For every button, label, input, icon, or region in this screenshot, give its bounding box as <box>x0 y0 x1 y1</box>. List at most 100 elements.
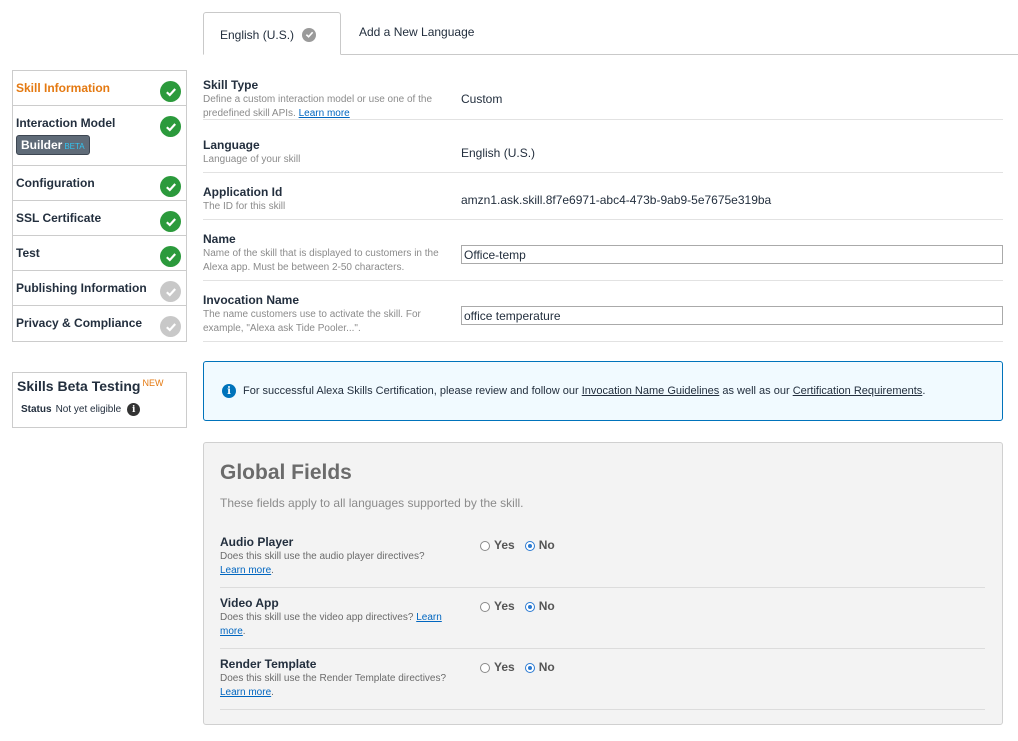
video-app-row: Video App Does this skill use the video … <box>220 588 985 649</box>
language-description: Language of your skill <box>203 154 301 165</box>
certification-notice: i For successful Alexa Skills Certificat… <box>203 361 1003 421</box>
sidebar-item-label: Publishing Information <box>16 281 147 295</box>
radio-button[interactable] <box>524 602 535 612</box>
audio-player-row: Audio Player Does this skill use the aud… <box>220 527 985 588</box>
invocation-name-input[interactable] <box>461 306 1003 325</box>
name-description: Name of the skill that is displayed to c… <box>203 248 439 273</box>
sidebar-item-test[interactable]: Test <box>13 236 186 271</box>
notice-text-part: For successful Alexa Skills Certificatio… <box>243 385 579 397</box>
sidebar-item-label: Configuration <box>16 176 95 190</box>
video-app-yes[interactable]: Yes <box>480 599 515 613</box>
application-id-value: amzn1.ask.skill.8f7e6971-abc4-473b-9ab9-… <box>461 193 772 207</box>
beta-status: Status Not yet eligible i <box>17 403 182 416</box>
tab-label: Add a New Language <box>359 24 475 39</box>
check-circle-icon <box>160 116 181 137</box>
learn-more-link[interactable]: Learn more <box>220 565 271 576</box>
render-template-desc-text: Does this skill use the Render Template … <box>220 673 447 684</box>
language-row: Language Language of your skill English … <box>203 120 1003 173</box>
name-input[interactable] <box>461 245 1003 264</box>
invocation-name-description: The name customers use to activate the s… <box>203 309 421 334</box>
sidebar-item-skill-information[interactable]: Skill Information <box>13 71 186 106</box>
application-id-description: The ID for this skill <box>203 201 286 212</box>
sidebar-item-label: Test <box>16 246 40 260</box>
invocation-name-guidelines-link[interactable]: Invocation Name Guidelines <box>582 385 720 397</box>
notice-text-part: as well as our <box>722 385 790 397</box>
notice-text: For successful Alexa Skills Certificatio… <box>243 385 925 397</box>
sidebar-item-publishing-information[interactable]: Publishing Information <box>13 271 186 306</box>
info-icon[interactable]: i <box>127 403 141 416</box>
video-app-no[interactable]: No <box>524 599 555 613</box>
check-circle-icon <box>160 281 181 302</box>
sidebar-item-privacy-compliance[interactable]: Privacy & Compliance <box>13 306 186 341</box>
skill-type-value: Custom <box>461 92 503 106</box>
audio-player-radio-group: Yes No <box>480 538 565 552</box>
radio-label: No <box>538 660 555 674</box>
status-value: Not yet eligible <box>55 404 122 415</box>
invocation-name-row: Invocation Name The name customers use t… <box>203 281 1003 342</box>
render-template-row: Render Template Does this skill use the … <box>220 649 985 710</box>
skills-beta-testing-panel: Skills Beta Testing NEW Status Not yet el… <box>12 372 187 428</box>
audio-player-yes[interactable]: Yes <box>480 538 515 552</box>
radio-button[interactable] <box>480 663 490 673</box>
check-circle-icon <box>160 81 181 102</box>
radio-label: No <box>538 599 555 613</box>
skill-type-row: Skill Type Define a custom interaction m… <box>203 70 1003 120</box>
beta-tag: BETA <box>64 142 85 151</box>
audio-player-no[interactable]: No <box>524 538 555 552</box>
render-template-description: Does this skill use the Render Template … <box>220 673 447 698</box>
learn-more-link[interactable]: Learn more <box>220 687 271 698</box>
radio-button[interactable] <box>480 602 490 612</box>
beta-testing-title-text: Skills Beta Testing <box>17 378 141 394</box>
render-template-label: Render Template <box>220 657 317 671</box>
radio-button[interactable] <box>480 541 490 551</box>
notice-text-part: . <box>922 385 926 397</box>
radio-label: Yes <box>494 538 515 552</box>
audio-player-label: Audio Player <box>220 535 294 549</box>
audio-player-description: Does this skill use the audio player dir… <box>220 551 425 576</box>
radio-button[interactable] <box>524 541 535 551</box>
skill-type-description: Define a custom interaction model or use… <box>203 93 455 121</box>
check-circle-icon <box>160 176 181 197</box>
sidebar-item-configuration[interactable]: Configuration <box>13 166 186 201</box>
language-label: Language <box>203 138 260 152</box>
builder-label: Builder <box>21 138 63 152</box>
sidebar-item-label: Skill Information <box>16 81 111 95</box>
skill-information-form: Skill Type Define a custom interaction m… <box>203 70 1003 342</box>
check-circle-icon <box>160 246 181 267</box>
application-id-label: Application Id <box>203 185 283 199</box>
radio-button[interactable] <box>524 663 535 673</box>
check-circle-icon <box>160 211 181 232</box>
sidebar-item-label: Interaction Model <box>16 116 116 130</box>
check-circle-icon <box>160 316 181 337</box>
sidebar-item-interaction-model[interactable]: Interaction Model Builder BETA <box>13 106 186 166</box>
render-template-no[interactable]: No <box>524 660 555 674</box>
skill-type-label: Skill Type <box>203 78 259 92</box>
application-id-row: Application Id The ID for this skill amz… <box>203 173 1003 220</box>
video-app-desc-text: Does this skill use the video app direct… <box>220 612 414 623</box>
name-row: Name Name of the skill that is displayed… <box>203 220 1003 281</box>
video-app-label: Video App <box>220 596 279 610</box>
radio-label: No <box>538 538 555 552</box>
invocation-name-label: Invocation Name <box>203 293 300 307</box>
render-template-radio-group: Yes No <box>480 660 565 674</box>
builder-button[interactable]: Builder BETA <box>16 135 90 155</box>
new-badge: NEW <box>142 378 164 388</box>
global-fields-title: Global Fields <box>220 461 352 484</box>
tab-english-us[interactable]: English (U.S.) <box>203 12 341 55</box>
render-template-yes[interactable]: Yes <box>480 660 515 674</box>
radio-label: Yes <box>494 660 515 674</box>
sidebar-item-label: SSL Certificate <box>16 211 102 225</box>
radio-label: Yes <box>494 599 515 613</box>
audio-player-desc-text: Does this skill use the audio player dir… <box>220 551 425 562</box>
global-fields-subtitle: These fields apply to all languages supp… <box>220 496 524 510</box>
certification-requirements-link[interactable]: Certification Requirements <box>793 385 923 397</box>
global-fields-panel: Global Fields These fields apply to all … <box>203 442 1003 725</box>
sidebar-item-ssl-certificate[interactable]: SSL Certificate <box>13 201 186 236</box>
learn-more-link[interactable]: Learn more <box>299 108 350 119</box>
language-tabs: English (U.S.) Add a New Language <box>203 12 1018 55</box>
video-app-description: Does this skill use the video app direct… <box>220 612 442 637</box>
sidebar: Skill Information Interaction Model Buil… <box>12 70 187 342</box>
tab-add-language[interactable]: Add a New Language <box>359 10 474 53</box>
check-icon <box>302 27 317 42</box>
tab-label: English (U.S.) <box>220 27 295 42</box>
